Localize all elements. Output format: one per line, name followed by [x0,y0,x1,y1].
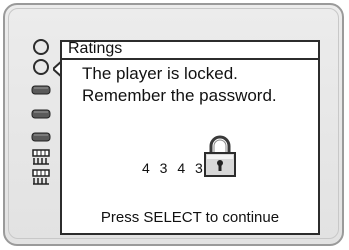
sidebar-item-5[interactable] [30,127,52,147]
circle-icon [33,39,49,55]
padlock-icon [204,135,236,177]
panel-header: Ratings [62,40,318,60]
group-icon [32,169,50,185]
sidebar-item-4[interactable] [30,104,52,124]
sidebar-item-1[interactable] [30,37,52,57]
pill-icon [31,109,51,119]
sidebar-item-3[interactable] [30,80,52,100]
pill-icon [31,85,51,95]
sidebar-menu [30,37,52,187]
locked-message: The player is locked. [82,64,238,83]
pill-icon [31,132,51,142]
panel-title: Ratings [68,40,123,57]
sidebar-item-7[interactable] [30,167,52,187]
sidebar-item-2[interactable] [30,57,52,77]
password-reminder: Remember the password. [82,86,277,105]
continue-instruction: Press SELECT to continue [100,209,280,226]
circle-icon [33,59,49,75]
sidebar-item-6[interactable] [30,147,52,167]
group-icon [32,149,50,165]
ratings-panel: Ratings The player is locked. Remember t… [60,40,320,235]
password-code: 4 3 4 3 [142,160,206,176]
